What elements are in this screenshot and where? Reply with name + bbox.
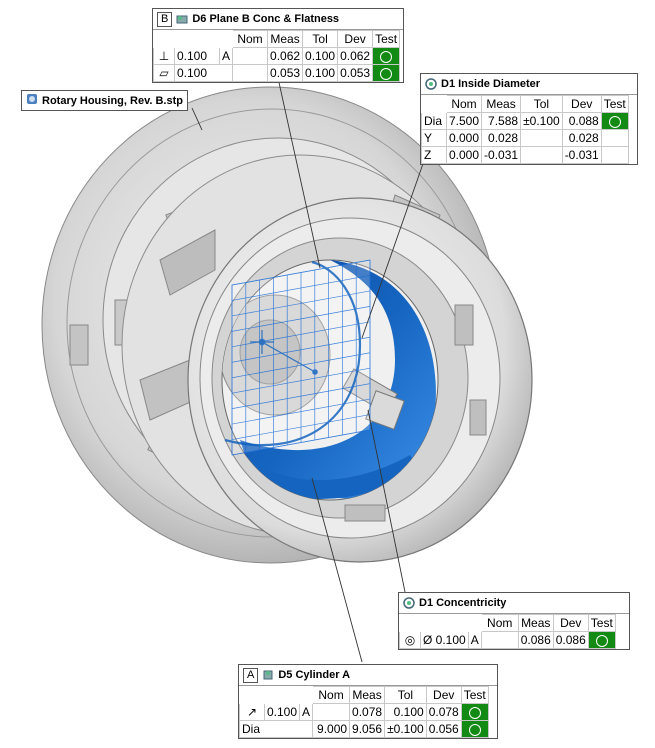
- datum-a-label: A: [243, 667, 259, 683]
- col-dev: Dev: [337, 30, 374, 48]
- d6-title: D6 Plane B Conc & Flatness: [192, 13, 340, 25]
- cylinder-feature-icon: [262, 669, 274, 681]
- d1-concentricity-callout[interactable]: D1 Concentricity Nom Meas Dev Test ◎ Ø 0…: [398, 592, 630, 650]
- col-test: Test: [372, 30, 401, 48]
- model-name-label[interactable]: Rotary Housing, Rev. B.stp: [21, 90, 188, 111]
- col-tol: Tol: [302, 30, 339, 48]
- col-meas: Meas: [267, 30, 304, 48]
- d5-cylinder-callout[interactable]: A D5 Cylinder A Nom Meas Tol Dev Test ↗ …: [238, 664, 498, 739]
- pass-indicator: [460, 720, 489, 738]
- d1-conc-title: D1 Concentricity: [419, 597, 507, 609]
- circle-feature-icon: [403, 597, 415, 609]
- flatness-icon: ▱: [153, 64, 175, 82]
- table-row: ▱ 0.100 0.053 0.100 0.053: [153, 64, 401, 82]
- table-row: Z 0.000 -0.031 -0.031: [421, 146, 629, 164]
- d1-dia-title: D1 Inside Diameter: [441, 78, 541, 90]
- d1-dia-table: Nom Meas Tol Dev Test Dia 7.500 7.588 ±0…: [421, 95, 629, 164]
- d6-table: Nom Meas Tol Dev Test ⊥ 0.100 A 0.062 0.…: [153, 30, 401, 82]
- plane-feature-icon: [176, 13, 188, 25]
- table-row: ◎ Ø 0.100 A 0.086 0.086: [399, 631, 616, 649]
- d1-inside-diameter-callout[interactable]: D1 Inside Diameter Nom Meas Tol Dev Test…: [420, 73, 638, 165]
- datum-b-label: B: [157, 11, 173, 27]
- d5-title: D5 Cylinder A: [278, 669, 351, 681]
- plane-b-grid: [224, 259, 371, 456]
- circular-runout-icon: ↗: [239, 703, 265, 721]
- pass-indicator: [372, 64, 401, 82]
- d6-callout[interactable]: B D6 Plane B Conc & Flatness Nom Meas To…: [152, 8, 404, 83]
- model-name-text: Rotary Housing, Rev. B.stp: [42, 94, 183, 107]
- pass-indicator: [460, 703, 489, 721]
- d1-conc-table: Nom Meas Dev Test ◎ Ø 0.100 A 0.086 0.08…: [399, 614, 616, 649]
- table-row: ↗ 0.100 A 0.078 0.100 0.078: [239, 703, 489, 721]
- perpendicularity-icon: ⊥: [153, 47, 175, 65]
- table-row: Y 0.000 0.028 0.028: [421, 129, 629, 147]
- col-nom: Nom: [232, 30, 269, 48]
- table-row: Dia 9.000 9.056 ±0.100 0.056: [238, 720, 489, 738]
- pass-indicator: [372, 47, 401, 65]
- pass-indicator: [587, 631, 616, 649]
- table-row: Dia 7.500 7.588 ±0.100 0.088: [421, 112, 629, 130]
- pass-indicator: [600, 112, 629, 130]
- table-row: ⊥ 0.100 A 0.062 0.100 0.062: [153, 47, 401, 65]
- d5-table: Nom Meas Tol Dev Test ↗ 0.100 A 0.078 0.…: [238, 686, 489, 738]
- circle-feature-icon: [425, 78, 437, 90]
- cad-part-icon: [26, 93, 38, 108]
- concentricity-icon: ◎: [399, 631, 421, 649]
